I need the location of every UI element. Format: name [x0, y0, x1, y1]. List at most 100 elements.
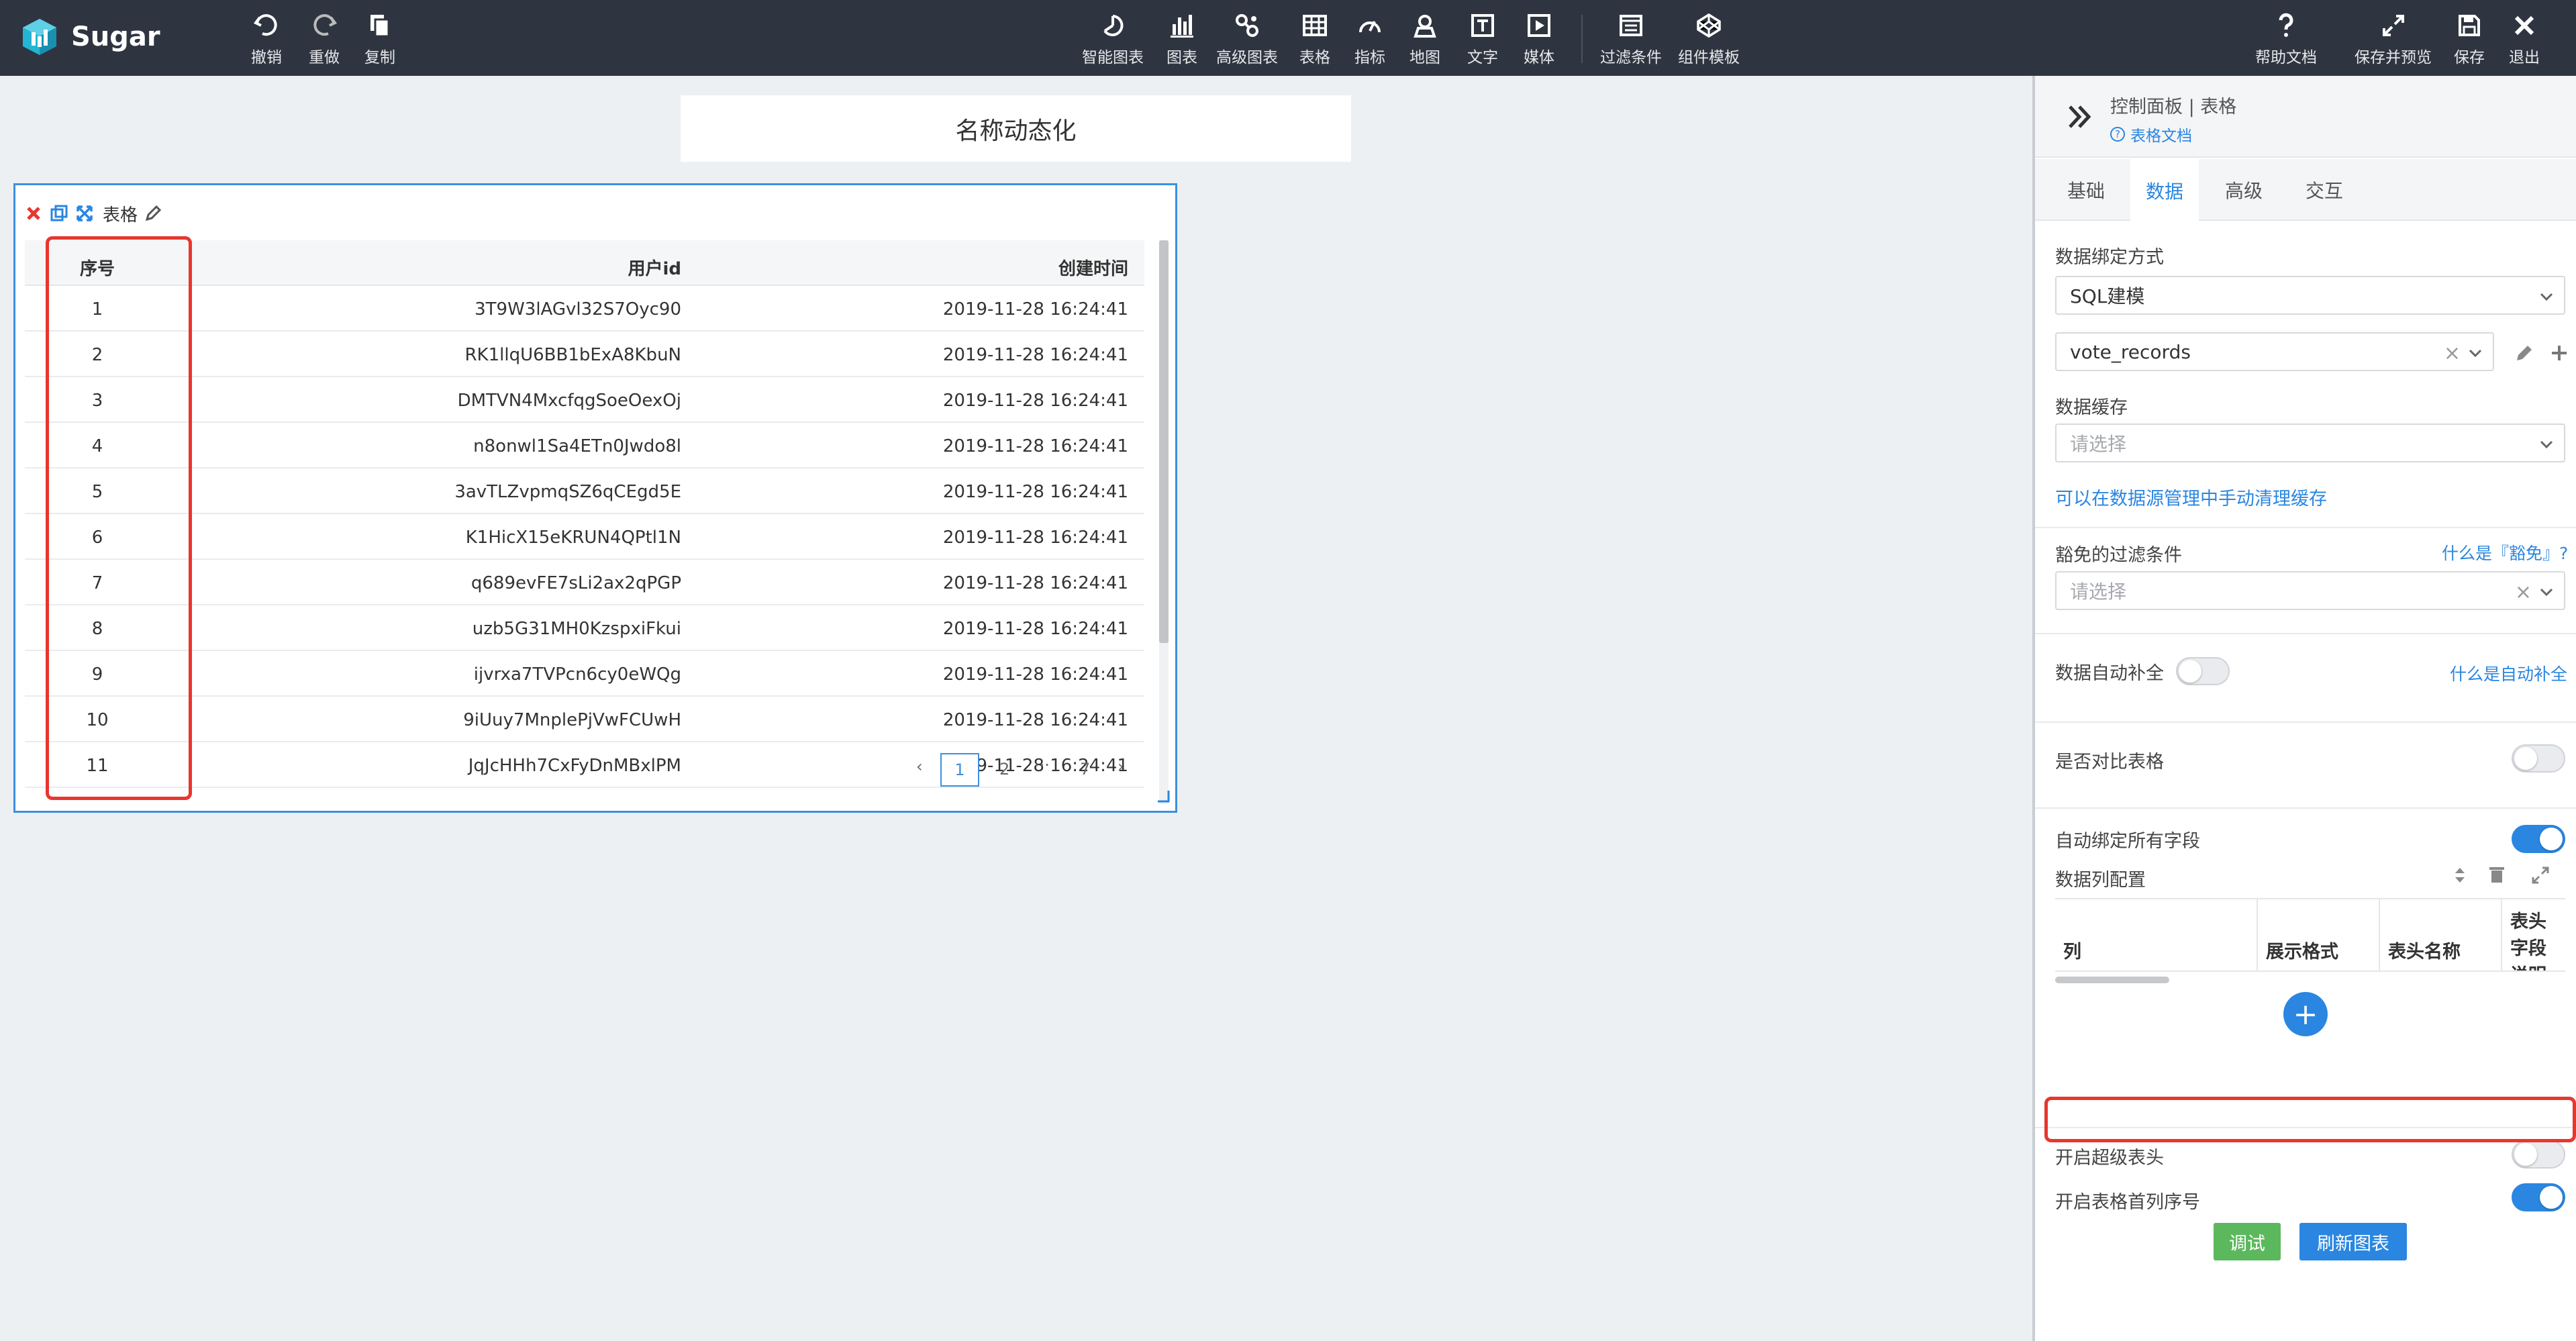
table-scrollbar-thumb[interactable]: [1159, 240, 1169, 643]
autofill-help-link[interactable]: 什么是自动补全: [2450, 661, 2567, 685]
table-header: 序号 用户id 创建时间: [25, 240, 1144, 286]
prev-page-button[interactable]: ‹: [916, 757, 923, 776]
cell-user-id: 3avTLZvpmqSZ6qCEgd5E: [454, 482, 681, 502]
duplicate-widget-icon[interactable]: [49, 203, 69, 224]
question-icon: [2279, 13, 2293, 37]
highlight-index-column: [46, 236, 192, 800]
page-1-button[interactable]: 1: [940, 753, 979, 787]
column-header-created-time[interactable]: 创建时间: [1058, 255, 1128, 280]
table-row[interactable]: 1 3T9W3lAGvl32S7Oyc90 2019-11-28 16:24:41: [25, 286, 1144, 332]
cell-created-time: 2019-11-28 16:24:41: [942, 436, 1128, 456]
table-row[interactable]: 10 9iUuy7MnplePjVwFCUwH 2019-11-28 16:24:4…: [25, 697, 1144, 742]
table-row[interactable]: 2 RK1llqU6BB1bExA8KbuN 2019-11-28 16:24:41: [25, 332, 1144, 377]
sort-icon[interactable]: [2450, 865, 2470, 885]
redo-button[interactable]: 重做: [309, 12, 340, 67]
advanced-chart-button[interactable]: 高级图表: [1216, 12, 1278, 67]
map-button[interactable]: 地图: [1409, 12, 1440, 67]
pagination-ellipsis: ···: [1034, 756, 1050, 775]
save-preview-button[interactable]: 保存并预览: [2355, 12, 2432, 67]
binding-method-label: 数据绑定方式: [2055, 247, 2164, 268]
table-row[interactable]: 9 ijvrxa7TVPcn6cy0eWQg 2019-11-28 16:24:41: [25, 651, 1144, 697]
tab-advanced[interactable]: 高级: [2207, 159, 2281, 221]
undo-button[interactable]: 撤销: [251, 12, 282, 67]
chart-button[interactable]: 图表: [1167, 12, 1197, 67]
cell-user-id: 9iUuy7MnplePjVwFCUwH: [463, 710, 681, 730]
text-button[interactable]: 文字: [1467, 12, 1498, 67]
data-cache-label: 数据缓存: [2055, 397, 2128, 418]
cell-created-time: 2019-11-28 16:24:41: [942, 619, 1128, 639]
delete-widget-icon[interactable]: [23, 203, 44, 224]
table-row[interactable]: 3 DMTVN4MxcfqgSoeOexOj 2019-11-28 16:24:41: [25, 377, 1144, 423]
clear-cache-link[interactable]: 可以在数据源管理中手动清理缓存: [2055, 484, 2327, 510]
app-logo[interactable]: Sugar: [20, 17, 160, 56]
column-config-table: 列 展示格式 表头名称 表头字段说明: [2055, 898, 2565, 972]
auto-bind-fields-toggle[interactable]: [2512, 825, 2565, 853]
app-name: Sugar: [71, 21, 160, 52]
tab-interaction[interactable]: 交互: [2287, 159, 2361, 221]
redo-icon: [313, 14, 338, 36]
super-header-toggle[interactable]: [2512, 1140, 2565, 1169]
copy-button[interactable]: 复制: [364, 12, 395, 67]
tab-data[interactable]: 数据: [2130, 159, 2199, 222]
colcfg-header-format: 展示格式: [2266, 942, 2338, 962]
table-row[interactable]: 5 3avTLZvpmqSZ6qCEgd5E 2019-11-28 16:24:41: [25, 468, 1144, 514]
data-cache-select[interactable]: 请选择: [2055, 424, 2565, 462]
table-row[interactable]: 6 K1HicX15eKRUN4QPtl1N 2019-11-28 16:24:41: [25, 514, 1144, 560]
media-button[interactable]: 媒体: [1524, 12, 1554, 67]
exempt-filter-select[interactable]: 请选择 ×: [2055, 571, 2565, 610]
copy-icon: [370, 15, 390, 38]
panel-tabs: 基础 数据 高级 交互: [2035, 159, 2576, 222]
smart-chart-button[interactable]: 智能图表: [1082, 12, 1144, 67]
text-icon: [1471, 14, 1494, 37]
table-row[interactable]: 7 q689evFE7sLi2ax2qPGP 2019-11-28 16:24:41: [25, 560, 1144, 605]
table-icon: [1303, 15, 1327, 36]
compare-table-toggle[interactable]: [2512, 744, 2565, 773]
page-2-button[interactable]: 2: [999, 760, 1009, 779]
dashboard-title-block[interactable]: 名称动态化: [681, 95, 1351, 162]
trash-icon[interactable]: [2486, 864, 2508, 885]
indicator-button[interactable]: 指标: [1354, 12, 1385, 67]
exempt-help-link[interactable]: 什么是『豁免』?: [2442, 540, 2568, 564]
move-widget-icon[interactable]: [75, 203, 95, 224]
refresh-chart-button[interactable]: 刷新图表: [2299, 1223, 2407, 1260]
add-column-button[interactable]: +: [2283, 992, 2328, 1036]
table-row[interactable]: 4 n8onwl1Sa4ETn0Jwdo8l 2019-11-28 16:24:41: [25, 423, 1144, 468]
component-template-button[interactable]: 组件模板: [1678, 12, 1740, 67]
section-divider: [2035, 633, 2576, 634]
table-row[interactable]: 8 uzb5G31MH0KzspxiFkui 2019-11-28 16:24:41: [25, 605, 1144, 651]
cell-created-time: 2019-11-28 16:24:41: [942, 299, 1128, 319]
control-panel: 控制面板 | 表格 ? 表格文档 基础 数据 高级 交互 数据绑定方式 SQL建…: [2032, 76, 2576, 1341]
cell-user-id: 3T9W3lAGvl32S7Oyc90: [475, 299, 681, 319]
column-config-scrollbar[interactable]: [2055, 977, 2169, 983]
plus-icon: +: [2293, 997, 2318, 1032]
autofill-toggle[interactable]: [2176, 657, 2230, 685]
advanced-chart-icon: [1236, 14, 1258, 37]
expand-icon[interactable]: [2530, 865, 2550, 885]
resize-handle-icon[interactable]: [1156, 789, 1170, 803]
filter-button[interactable]: 过滤条件: [1600, 12, 1662, 67]
collapse-panel-icon[interactable]: [2065, 101, 2095, 132]
table-button[interactable]: 表格: [1299, 12, 1330, 67]
clear-icon[interactable]: ×: [2515, 581, 2532, 604]
first-column-index-toggle[interactable]: [2512, 1183, 2565, 1211]
exit-button[interactable]: 退出: [2509, 12, 2540, 67]
add-model-icon[interactable]: [2548, 342, 2571, 364]
first-column-index-label: 开启表格首列序号: [2055, 1192, 2200, 1213]
help-doc-button[interactable]: 帮助文档: [2255, 12, 2317, 67]
save-button[interactable]: 保存: [2454, 12, 2485, 67]
column-header-user-id[interactable]: 用户id: [628, 255, 681, 280]
tab-basic[interactable]: 基础: [2048, 159, 2124, 221]
debug-button[interactable]: 调试: [2214, 1223, 2281, 1260]
data-model-select[interactable]: vote_records ×: [2055, 332, 2494, 371]
cell-user-id: JqJcHHh7CxFyDnMBxlPM: [468, 756, 681, 776]
edit-title-icon[interactable]: [143, 203, 163, 224]
clear-icon[interactable]: ×: [2444, 342, 2461, 365]
binding-method-select[interactable]: SQL建模: [2055, 276, 2565, 315]
section-divider: [2035, 527, 2576, 528]
next-page-button[interactable]: ›: [1118, 757, 1124, 776]
page-last-button[interactable]: 7: [1080, 760, 1090, 779]
chevron-down-icon: [2540, 293, 2553, 301]
exempt-filter-label: 豁免的过滤条件: [2055, 545, 2182, 566]
edit-model-icon[interactable]: [2513, 342, 2536, 364]
table-doc-link[interactable]: ? 表格文档: [2110, 123, 2192, 146]
